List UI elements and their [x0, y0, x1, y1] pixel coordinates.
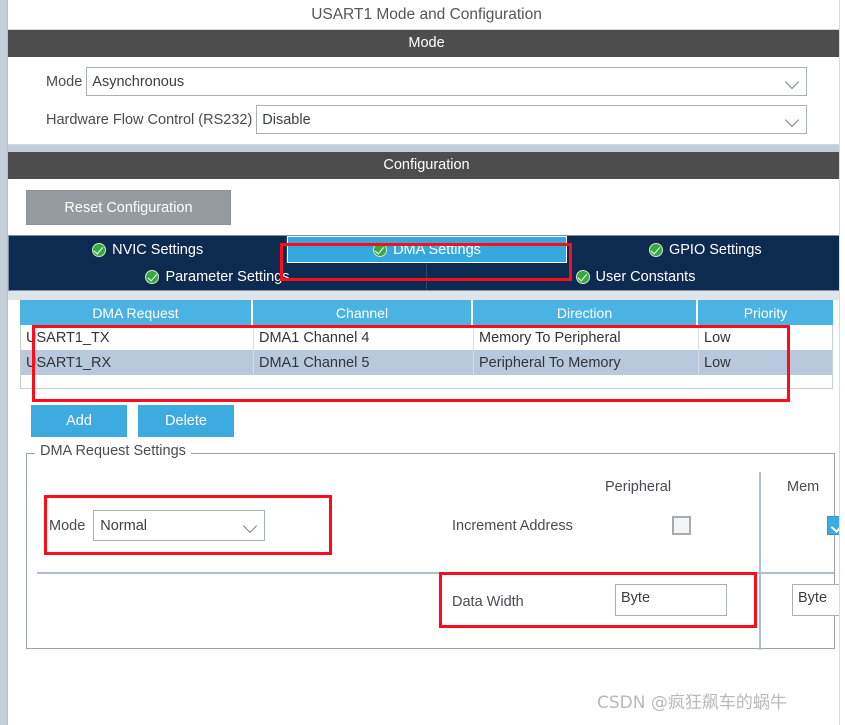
hardware-flow-control-select[interactable]: Disable [256, 105, 807, 134]
mode-section-header: Mode [8, 30, 845, 57]
hardware-flow-control-field-row: Hardware Flow Control (RS232) Disable [46, 105, 807, 134]
dma-request-settings-group: DMA Request Settings Peripheral Mem Mode… [26, 443, 845, 650]
table-row[interactable]: USART1_TX DMA1 Channel 4 Memory To Perip… [21, 325, 832, 350]
dma-mode-row: Mode Normal [49, 510, 266, 541]
data-width-memory-select[interactable]: Byte [792, 584, 845, 616]
tabs-bottom-gap [8, 291, 845, 300]
increment-address-peripheral-checkbox[interactable] [672, 516, 691, 535]
settings-tab-row-secondary: Parameter Settings User Constants [8, 263, 845, 291]
vertical-divider [759, 472, 761, 650]
tab-nvic-settings-label: NVIC Settings [112, 241, 204, 258]
usart1-configuration-panel: USART1 Mode and Configuration Mode Mode … [0, 0, 845, 725]
dma-actions: Add Delete [8, 389, 845, 437]
mode-select[interactable]: Asynchronous [86, 67, 807, 96]
tab-dma-settings[interactable]: DMA Settings [287, 236, 567, 263]
dma-mode-select[interactable]: Normal [93, 510, 266, 541]
hardware-flow-control-label: Hardware Flow Control (RS232) [46, 111, 253, 128]
right-scrollbar-gutter[interactable] [839, 0, 845, 725]
cell-direction: Peripheral To Memory [474, 350, 699, 375]
chevron-down-icon [242, 517, 260, 535]
cell-channel: DMA1 Channel 4 [254, 325, 474, 350]
dma-request-settings-inner: Peripheral Mem Mode Normal Increment Add… [27, 454, 845, 650]
column-header-dma-request: DMA Request [20, 300, 253, 325]
page-title: USART1 Mode and Configuration [8, 0, 845, 30]
dma-table-body: USART1_TX DMA1 Channel 4 Memory To Perip… [20, 325, 833, 389]
cell-channel: DMA1 Channel 5 [254, 350, 474, 375]
cell-dma-request: USART1_TX [21, 325, 254, 350]
delete-button[interactable]: Delete [138, 405, 234, 437]
cell-direction: Memory To Peripheral [474, 325, 699, 350]
column-header-priority: Priority [698, 300, 833, 325]
dma-table: DMA Request Channel Direction Priority U… [8, 300, 845, 402]
reset-configuration-button[interactable]: Reset Configuration [26, 190, 231, 225]
hardware-flow-control-value: Disable [262, 111, 311, 128]
configuration-section-header: Configuration [8, 152, 845, 179]
tab-dma-settings-label: DMA Settings [393, 241, 481, 258]
add-button[interactable]: Add [31, 405, 127, 437]
increment-address-label: Increment Address [452, 518, 573, 534]
green-check-icon [145, 269, 160, 284]
tab-parameter-settings-label: Parameter Settings [165, 268, 290, 285]
cell-priority: Low [704, 354, 731, 371]
settings-column-headers: Peripheral Mem [27, 479, 834, 505]
tab-gpio-settings[interactable]: GPIO Settings [566, 236, 844, 263]
data-width-peripheral-select[interactable]: Byte [615, 584, 727, 616]
configuration-body: Reset Configuration NVIC Settings DMA Se… [8, 179, 845, 650]
cell-priority: Low [704, 329, 731, 346]
tab-gpio-settings-label: GPIO Settings [668, 241, 762, 258]
chevron-down-icon [784, 73, 802, 91]
mode-field-label: Mode [46, 73, 83, 90]
tab-user-constants[interactable]: User Constants [427, 263, 844, 290]
panel-content: USART1 Mode and Configuration Mode Mode … [8, 0, 845, 725]
mode-section: Mode Asynchronous Hardware Flow Control … [8, 57, 845, 145]
green-check-icon [92, 242, 107, 257]
settings-tab-row-primary: NVIC Settings DMA Settings GPIO Settings [8, 235, 845, 263]
mode-select-value: Asynchronous [92, 73, 185, 90]
column-header-channel: Channel [253, 300, 473, 325]
column-header-peripheral: Peripheral [605, 479, 672, 495]
tab-parameter-settings[interactable]: Parameter Settings [9, 263, 427, 290]
green-check-icon [575, 269, 590, 284]
column-header-direction: Direction [473, 300, 698, 325]
data-width-label: Data Width [452, 594, 524, 610]
reset-button-wrap: Reset Configuration [8, 179, 845, 235]
green-check-icon [373, 242, 388, 257]
section-divider [8, 145, 845, 152]
tab-user-constants-label: User Constants [595, 268, 696, 285]
chevron-down-icon [784, 111, 802, 129]
dma-table-header: DMA Request Channel Direction Priority [20, 300, 833, 325]
mode-field-row: Mode Asynchronous [46, 67, 807, 96]
left-gutter [0, 0, 8, 725]
table-row[interactable]: USART1_RX DMA1 Channel 5 Peripheral To M… [21, 350, 832, 375]
cell-dma-request: USART1_RX [21, 350, 254, 375]
horizontal-divider [37, 572, 834, 574]
dma-mode-value: Normal [100, 517, 148, 534]
dma-mode-label: Mode [49, 517, 86, 534]
tab-nvic-settings[interactable]: NVIC Settings [9, 236, 288, 263]
column-header-memory: Mem [787, 479, 820, 495]
green-check-icon [648, 242, 663, 257]
